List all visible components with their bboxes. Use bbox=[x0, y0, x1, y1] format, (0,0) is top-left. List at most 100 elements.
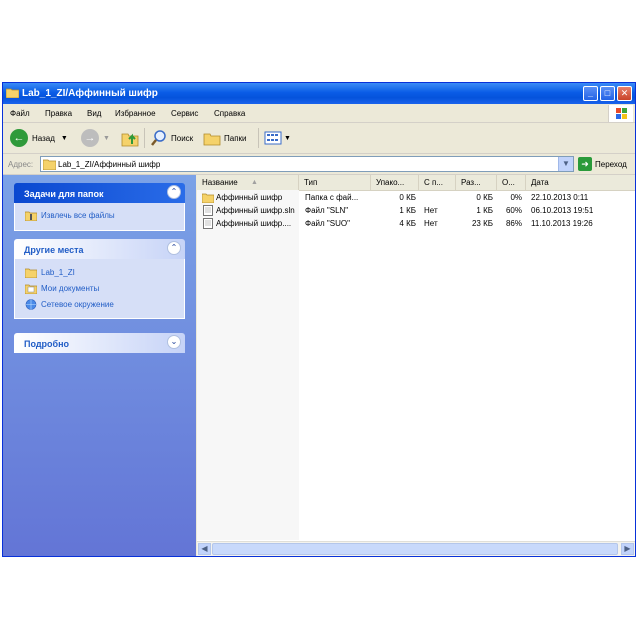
task-pane: Задачи для папок ⌃ Извлечь все файлы Дру… bbox=[3, 175, 196, 556]
close-button[interactable]: ✕ bbox=[617, 86, 632, 101]
chevron-down-icon[interactable]: ▼ bbox=[61, 135, 68, 142]
file-size: 1 КБ bbox=[476, 206, 493, 215]
sort-ascending-icon: ▲ bbox=[251, 179, 258, 186]
file-password bbox=[424, 191, 454, 204]
go-label: Переход bbox=[595, 159, 627, 169]
file-list: Название ▲ Тип Упако... С п... Раз... О.… bbox=[197, 175, 635, 556]
file-icon bbox=[203, 205, 213, 216]
up-folder-icon bbox=[121, 133, 139, 147]
collapse-chevron-icon[interactable]: ⌃ bbox=[167, 185, 181, 199]
toolbar: ← Назад ▼ → ▼ Поиск Папки ▼ bbox=[3, 123, 635, 154]
address-value: Lab_1_ZI/Аффинный шифр bbox=[58, 160, 161, 169]
file-date: 11.10.2013 19:26 bbox=[531, 219, 593, 228]
explorer-window: Lab_1_ZI/Аффинный шифр _ □ ✕ Файл Правка… bbox=[2, 82, 636, 557]
table-row[interactable]: Аффинный шифр.... Файл "SUO" 4 КБ Нет 23… bbox=[197, 217, 635, 230]
column-size[interactable]: Раз... bbox=[456, 175, 497, 190]
folders-button[interactable]: Папки bbox=[203, 128, 247, 148]
forward-button[interactable]: → ▼ bbox=[81, 128, 110, 148]
collapse-chevron-icon[interactable]: ⌃ bbox=[167, 241, 181, 255]
up-folder-button[interactable] bbox=[120, 128, 140, 148]
column-header-row: Название ▲ Тип Упако... С п... Раз... О.… bbox=[197, 175, 635, 191]
panel-details: Подробно ⌄ bbox=[14, 333, 185, 353]
place-lab-1-zi[interactable]: Lab_1_ZI bbox=[25, 267, 75, 278]
column-label: Название bbox=[202, 178, 238, 187]
sorted-column-highlight bbox=[197, 190, 299, 540]
panel-other-places: Другие места ⌃ Lab_1_ZI Мои документы Се… bbox=[14, 239, 185, 319]
menu-view[interactable]: Вид bbox=[87, 109, 101, 118]
toolbar-divider bbox=[144, 128, 145, 148]
menu-edit[interactable]: Правка bbox=[45, 109, 72, 118]
scroll-right-button[interactable]: ▶ bbox=[621, 543, 634, 555]
file-packed: 0 КБ bbox=[399, 193, 416, 202]
file-name: Аффинный шифр.sln bbox=[216, 206, 295, 215]
panel-header[interactable]: Другие места ⌃ bbox=[14, 239, 185, 259]
my-documents-icon bbox=[25, 284, 37, 294]
scroll-thumb[interactable] bbox=[212, 543, 618, 555]
column-name[interactable]: Название ▲ bbox=[197, 175, 299, 190]
search-icon bbox=[151, 130, 166, 146]
menu-file[interactable]: Файл bbox=[10, 109, 30, 118]
chevron-down-icon[interactable]: ▼ bbox=[103, 135, 110, 142]
place-network[interactable]: Сетевое окружение bbox=[25, 299, 114, 310]
panel-title: Задачи для папок bbox=[24, 189, 104, 199]
file-packed: 4 КБ bbox=[399, 219, 416, 228]
file-icon bbox=[203, 218, 213, 229]
place-label: Lab_1_ZI bbox=[41, 268, 75, 277]
menu-help[interactable]: Справка bbox=[214, 109, 245, 118]
folder-icon bbox=[202, 193, 214, 203]
column-packed[interactable]: Упако... bbox=[371, 175, 419, 190]
panel-header[interactable]: Задачи для папок ⌃ bbox=[14, 183, 185, 203]
column-date[interactable]: Дата bbox=[526, 175, 635, 190]
file-name: Аффинный шифр.... bbox=[216, 219, 292, 228]
table-row[interactable]: Аффинный шифр.sln Файл "SLN" 1 КБ Нет 1 … bbox=[197, 204, 635, 217]
folder-icon bbox=[25, 268, 37, 278]
file-password: Нет bbox=[424, 219, 438, 228]
panel-body: Lab_1_ZI Мои документы Сетевое окружение bbox=[14, 259, 185, 319]
address-dropdown-button[interactable]: ▼ bbox=[558, 157, 573, 171]
zip-folder-icon bbox=[25, 211, 37, 221]
file-ratio: 0% bbox=[510, 193, 522, 202]
chevron-down-icon: ▼ bbox=[284, 134, 291, 142]
title-bar[interactable]: Lab_1_ZI/Аффинный шифр _ □ ✕ bbox=[3, 83, 635, 104]
go-button[interactable]: ➜ Переход bbox=[578, 157, 627, 171]
folder-icon bbox=[6, 88, 19, 98]
go-arrow-icon: ➜ bbox=[578, 157, 592, 171]
window-title: Lab_1_ZI/Аффинный шифр bbox=[22, 88, 158, 99]
table-row[interactable]: Аффинный шифр Папка с фай... 0 КБ 0 КБ 0… bbox=[197, 191, 635, 204]
place-label: Сетевое окружение bbox=[41, 300, 114, 309]
back-button[interactable]: ← Назад ▼ bbox=[10, 128, 68, 148]
address-bar: Адрес: Lab_1_ZI/Аффинный шифр ▼ ➜ Перехо… bbox=[3, 154, 635, 175]
panel-header[interactable]: Подробно ⌄ bbox=[14, 333, 185, 353]
column-password[interactable]: С п... bbox=[419, 175, 456, 190]
task-extract-all[interactable]: Извлечь все файлы bbox=[25, 210, 115, 221]
file-type: Файл "SUO" bbox=[305, 219, 350, 228]
file-name: Аффинный шифр bbox=[216, 193, 283, 202]
views-button[interactable]: ▼ bbox=[264, 128, 291, 148]
horizontal-scrollbar[interactable]: ◀ ▶ bbox=[197, 541, 635, 556]
menu-bar: Файл Правка Вид Избранное Сервис Справка bbox=[3, 104, 635, 123]
panel-title: Другие места bbox=[24, 245, 84, 255]
folder-icon bbox=[43, 159, 56, 170]
menu-favorites[interactable]: Избранное bbox=[115, 109, 156, 118]
column-ratio[interactable]: О... bbox=[497, 175, 526, 190]
windows-logo-icon bbox=[608, 105, 633, 122]
file-date: 06.10.2013 19:51 bbox=[531, 206, 594, 215]
address-input[interactable]: Lab_1_ZI/Аффинный шифр ▼ bbox=[40, 156, 574, 172]
file-packed: 1 КБ bbox=[399, 206, 416, 215]
network-icon bbox=[25, 299, 37, 310]
forward-arrow-icon: → bbox=[81, 129, 99, 147]
address-label: Адрес: bbox=[8, 160, 34, 169]
search-label: Поиск bbox=[171, 133, 194, 143]
column-type[interactable]: Тип bbox=[299, 175, 371, 190]
minimize-button[interactable]: _ bbox=[583, 86, 598, 101]
menu-tools[interactable]: Сервис bbox=[171, 109, 198, 118]
expand-chevron-icon[interactable]: ⌄ bbox=[167, 335, 181, 349]
scroll-left-button[interactable]: ◀ bbox=[198, 543, 211, 555]
search-button[interactable]: Поиск bbox=[150, 128, 193, 148]
place-my-documents[interactable]: Мои документы bbox=[25, 283, 99, 294]
task-label: Извлечь все файлы bbox=[41, 211, 115, 220]
views-icon bbox=[264, 131, 282, 145]
maximize-button[interactable]: □ bbox=[600, 86, 615, 101]
file-size: 0 КБ bbox=[476, 193, 493, 202]
panel-body: Извлечь все файлы bbox=[14, 203, 185, 231]
